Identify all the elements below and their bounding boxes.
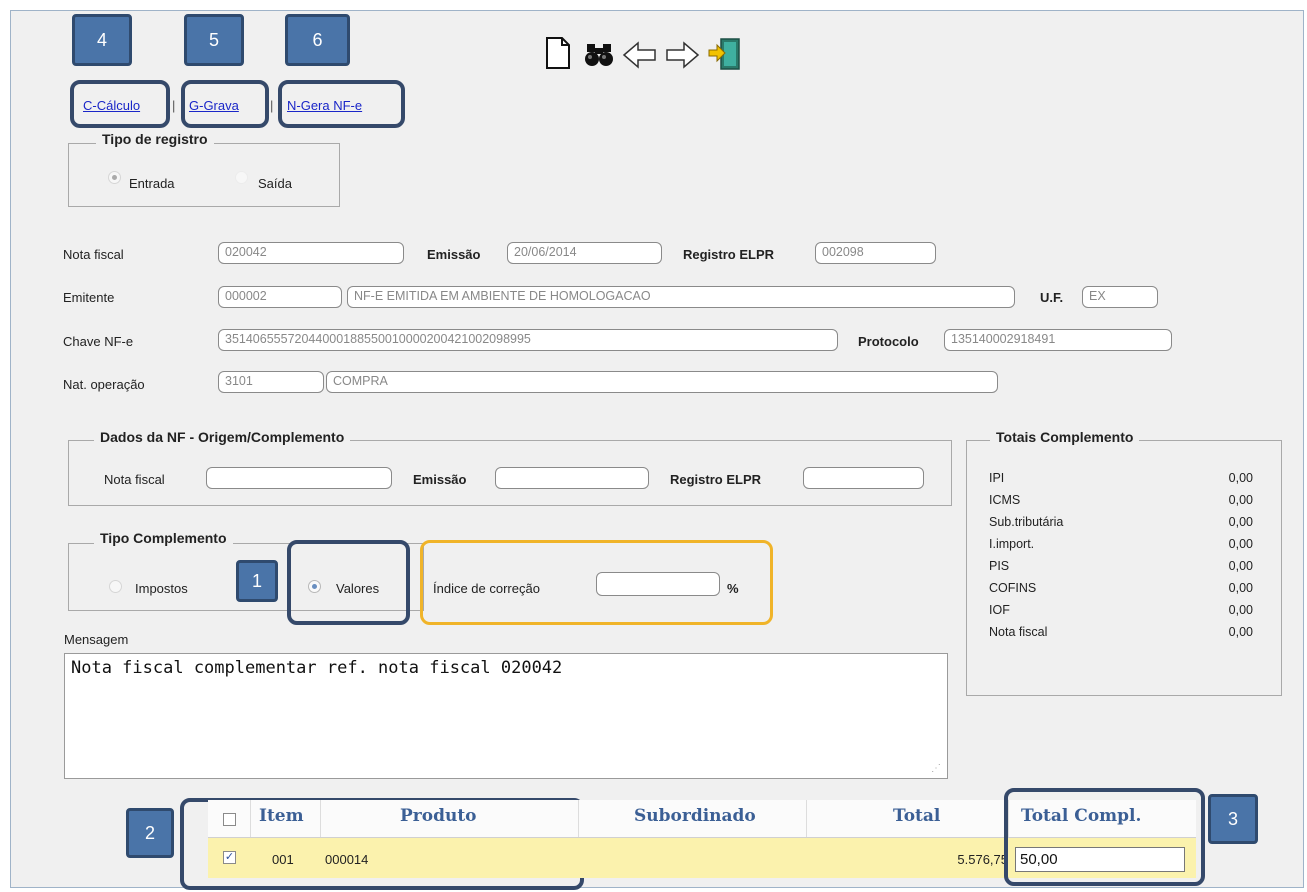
callout-5: 5 (184, 14, 244, 66)
mensagem-textarea[interactable]: Nota fiscal complementar ref. nota fisca… (64, 653, 948, 779)
totais-row: IOF 0,00 (967, 603, 1267, 625)
dados-nota-fiscal-field[interactable] (206, 467, 392, 489)
dados-registro-label: Registro ELPR (670, 472, 762, 487)
nota-fiscal-field[interactable]: 020042 (218, 242, 404, 264)
dados-emissao-label: Emissão (413, 472, 467, 487)
totais-row-value: 0,00 (1228, 603, 1253, 617)
col-subordinado-header: Subordinado (634, 806, 756, 826)
dados-registro-field[interactable] (803, 467, 924, 489)
emissao-label: Emissão (427, 247, 481, 262)
dados-emissao-field[interactable] (495, 467, 649, 489)
link-separator: | (172, 98, 176, 113)
registro-elpr-label: Registro ELPR (683, 247, 775, 262)
saida-label: Saída (258, 176, 292, 191)
callout-1: 1 (236, 560, 278, 602)
totais-legend: Totais Complemento (990, 429, 1140, 445)
emitente-label: Emitente (63, 290, 115, 305)
callout-3: 3 (1208, 794, 1258, 844)
totais-row-name: IPI (989, 471, 1005, 485)
indice-correcao-label: Índice de correção (433, 581, 540, 596)
totais-row-value: 0,00 (1228, 471, 1253, 485)
back-arrow-icon[interactable] (622, 40, 658, 70)
new-document-icon[interactable] (545, 36, 571, 70)
tipo-complemento-legend: Tipo Complemento (94, 530, 233, 546)
callout-6: 6 (285, 14, 350, 66)
highlight-valores (287, 540, 410, 625)
totais-row: Sub.tributária 0,00 (967, 515, 1267, 537)
impostos-radio[interactable] (109, 580, 122, 593)
totais-row: IPI 0,00 (967, 471, 1267, 493)
select-all-checkbox[interactable] (223, 813, 236, 826)
totais-row: Nota fiscal 0,00 (967, 625, 1267, 647)
highlight-calculo (70, 80, 170, 128)
nota-fiscal-label: Nota fiscal (63, 247, 124, 262)
totais-row-name: Sub.tributária (989, 515, 1064, 529)
entrada-radio[interactable] (108, 171, 121, 184)
highlight-total-compl (1004, 788, 1205, 886)
saida-radio[interactable] (235, 171, 248, 184)
col-item-header: Item (259, 806, 304, 826)
callout-2: 2 (126, 808, 174, 858)
nat-operacao-label: Nat. operação (63, 377, 145, 392)
totais-row-name: PIS (989, 559, 1010, 573)
row-item-cell: 001 (272, 852, 294, 867)
indice-correcao-field[interactable] (596, 572, 720, 596)
row-total-cell: 5.576,75 (957, 852, 1008, 867)
totais-row-value: 0,00 (1228, 581, 1253, 595)
callout-4: 4 (72, 14, 132, 66)
mensagem-text: Nota fiscal complementar ref. nota fisca… (71, 658, 563, 678)
totais-row-name: ICMS (989, 493, 1021, 507)
totais-group: IPI 0,00 ICMS 0,00 Sub.tributária 0,00 I.impor… (966, 440, 1282, 696)
protocolo-field[interactable]: 135140002918491 (944, 329, 1172, 351)
percent-label: % (727, 581, 739, 596)
dados-nota-fiscal-label: Nota fiscal (104, 472, 165, 487)
totais-row: COFINS 0,00 (967, 581, 1267, 603)
totais-row-value: 0,00 (1228, 515, 1253, 529)
totais-row: I.import. 0,00 (967, 537, 1267, 559)
col-produto-header: Produto (400, 806, 477, 826)
tipo-registro-legend: Tipo de registro (96, 131, 214, 147)
resize-grip-icon[interactable]: ⋰ (931, 763, 941, 774)
search-binoculars-icon[interactable] (584, 42, 614, 68)
totais-row-value: 0,00 (1228, 625, 1253, 639)
nat-operacao-desc-field[interactable]: COMPRA (326, 371, 998, 393)
nat-operacao-code-field[interactable]: 3101 (218, 371, 324, 393)
impostos-label: Impostos (135, 581, 188, 596)
uf-label: U.F. (1040, 290, 1064, 305)
totais-row-value: 0,00 (1228, 559, 1253, 573)
mensagem-label: Mensagem (64, 632, 129, 647)
emissao-field[interactable]: 20/06/2014 (507, 242, 662, 264)
link-separator: | (270, 98, 274, 113)
registro-elpr-field[interactable]: 002098 (815, 242, 936, 264)
totais-row-name: I.import. (989, 537, 1035, 551)
exit-door-icon[interactable] (707, 36, 743, 72)
dados-nf-legend: Dados da NF - Origem/Complemento (94, 429, 351, 445)
totais-row-name: COFINS (989, 581, 1037, 595)
row-checkbox[interactable]: ✓ (223, 851, 236, 864)
totais-row: ICMS 0,00 (967, 493, 1267, 515)
emitente-code-field[interactable]: 000002 (218, 286, 342, 308)
totais-row-name: IOF (989, 603, 1010, 617)
totais-row-value: 0,00 (1228, 537, 1253, 551)
col-total-header: Total (893, 806, 941, 826)
chave-nfe-label: Chave NF-e (63, 334, 134, 349)
totais-row-value: 0,00 (1228, 493, 1253, 507)
chave-nfe-field[interactable]: 3514065557204400018855001000020042100209… (218, 329, 838, 351)
highlight-gera-nfe (278, 80, 405, 128)
row-produto-cell: 000014 (325, 852, 369, 867)
emitente-name-field[interactable]: NF-E EMITIDA EM AMBIENTE DE HOMOLOGACAO (347, 286, 1015, 308)
protocolo-label: Protocolo (858, 334, 919, 349)
totais-row-name: Nota fiscal (989, 625, 1048, 639)
totais-row: PIS 0,00 (967, 559, 1267, 581)
highlight-grava (181, 80, 269, 128)
forward-arrow-icon[interactable] (664, 40, 700, 70)
uf-field[interactable]: EX (1082, 286, 1158, 308)
entrada-label: Entrada (129, 176, 175, 191)
